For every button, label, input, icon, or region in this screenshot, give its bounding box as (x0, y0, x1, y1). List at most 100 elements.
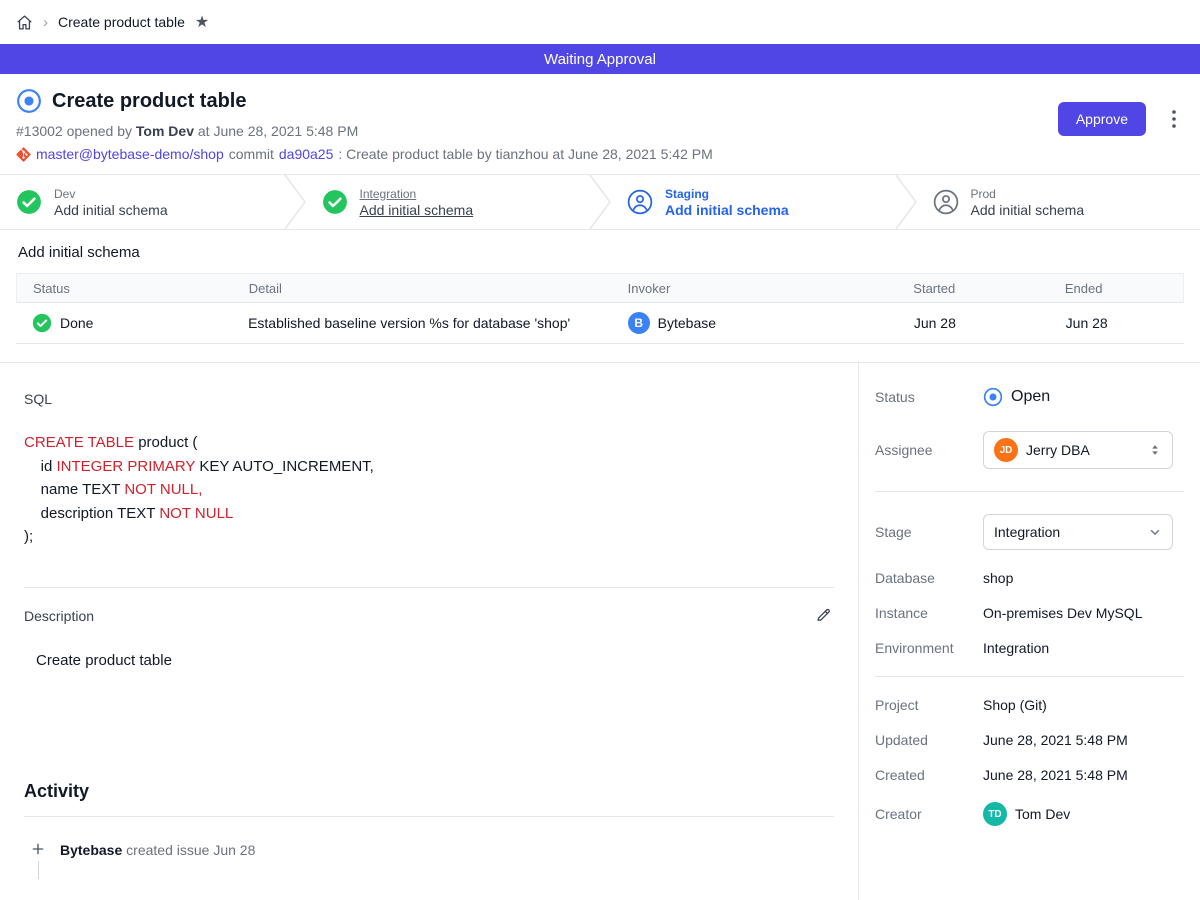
breadcrumb-title[interactable]: Create product table (58, 14, 185, 30)
divider (875, 676, 1184, 677)
content-area: SQL CREATE TABLE product ( id INTEGER PR… (0, 362, 1200, 900)
instance-row: Instance On-premises Dev MySQL (875, 605, 1184, 621)
task-table: Status Detail Invoker Started Ended Done… (16, 273, 1184, 344)
description-text: Create product table (24, 652, 834, 669)
database-label: Database (875, 570, 983, 586)
pipeline-stage-bar: Dev Add initial schema Integration Add i… (0, 174, 1200, 230)
task-started: Jun 28 (914, 315, 956, 331)
created-value: June 28, 2021 5:48 PM (983, 767, 1128, 783)
created-row: Created June 28, 2021 5:48 PM (875, 767, 1184, 783)
plus-icon (30, 841, 46, 857)
column-header-ended: Ended (1049, 281, 1183, 296)
instance-label: Instance (875, 605, 983, 621)
stage-value: Integration (994, 524, 1060, 540)
task-status: Done (60, 315, 93, 331)
stage-integration[interactable]: Integration Add initial schema (306, 175, 590, 229)
stage-separator-icon (284, 175, 306, 229)
stage-task-link[interactable]: Add initial schema (360, 202, 474, 218)
task-section: Add initial schema Status Detail Invoker… (0, 230, 1200, 362)
stage-task-label: Add initial schema (971, 202, 1085, 218)
updated-label: Updated (875, 732, 983, 748)
approval-banner-text: Waiting Approval (544, 51, 656, 68)
divider (875, 491, 1184, 492)
stage-task-label: Add initial schema (54, 202, 168, 218)
column-header-detail: Detail (233, 281, 612, 296)
project-row: Project Shop (Git) (875, 697, 1184, 713)
issue-header: Create product table #13002 opened by To… (0, 74, 1200, 174)
chevron-right-icon: › (43, 14, 48, 31)
environment-label: Environment (875, 640, 983, 656)
timeline-line (38, 861, 39, 879)
approve-button[interactable]: Approve (1058, 102, 1146, 136)
issue-opened-at: at June 28, 2021 5:48 PM (198, 123, 358, 139)
commit-message: : Create product table by tianzhou at Ju… (338, 146, 712, 162)
sql-code: CREATE TABLE product ( id INTEGER PRIMAR… (24, 431, 834, 549)
avatar: TD (983, 802, 1007, 826)
issue-author: Tom Dev (136, 123, 194, 139)
instance-value: On-premises Dev MySQL (983, 605, 1142, 621)
open-status-icon (983, 387, 1003, 407)
creator-row: Creator TD Tom Dev (875, 802, 1184, 826)
stage-staging[interactable]: Staging Add initial schema (611, 175, 895, 229)
home-icon[interactable] (16, 14, 33, 31)
environment-value: Integration (983, 640, 1049, 656)
table-row[interactable]: Done Established baseline version %s for… (16, 303, 1184, 343)
stage-env-label: Prod (971, 187, 1085, 201)
stage-separator-icon (895, 175, 917, 229)
creator-value: Tom Dev (1015, 806, 1070, 822)
assignee-label: Assignee (875, 442, 983, 458)
stage-dev[interactable]: Dev Add initial schema (0, 175, 284, 229)
task-detail: Established baseline version %s for data… (248, 315, 570, 331)
issue-id: #13002 (16, 123, 63, 139)
issue-meta: #13002 opened by Tom Dev at June 28, 202… (16, 123, 1184, 139)
stage-prod[interactable]: Prod Add initial schema (917, 175, 1200, 229)
column-header-invoker: Invoker (612, 281, 898, 296)
activity-action: created issue (126, 842, 209, 858)
edit-description-button[interactable] (813, 604, 834, 628)
updated-value: June 28, 2021 5:48 PM (983, 732, 1128, 748)
avatar: JD (994, 438, 1018, 462)
project-value: Shop (Git) (983, 697, 1047, 713)
status-value: Open (1011, 388, 1050, 406)
status-row: Status Open (875, 387, 1184, 407)
person-circle-icon (627, 189, 653, 215)
status-label: Status (875, 389, 983, 405)
activity-date: Jun 28 (213, 842, 255, 858)
creator-label: Creator (875, 806, 983, 822)
updated-row: Updated June 28, 2021 5:48 PM (875, 732, 1184, 748)
database-row: Database shop (875, 570, 1184, 586)
table-header-row: Status Detail Invoker Started Ended (16, 273, 1184, 303)
assignee-value: Jerry DBA (1026, 442, 1090, 458)
star-icon[interactable]: ★ (195, 12, 209, 32)
breadcrumb: › Create product table ★ (0, 0, 1200, 44)
main-panel: SQL CREATE TABLE product ( id INTEGER PR… (0, 363, 858, 900)
sidebar-panel: Status Open Assignee JD Jerry DBA Stage (858, 363, 1200, 900)
stage-env-label: Dev (54, 187, 168, 201)
column-header-status: Status (17, 281, 233, 296)
commit-branch-link[interactable]: master@bytebase-demo/shop (36, 146, 224, 162)
check-circle-icon (322, 189, 348, 215)
task-ended: Jun 28 (1066, 315, 1108, 331)
assignee-select[interactable]: JD Jerry DBA (983, 431, 1173, 469)
commit-hash-link[interactable]: da90a25 (279, 146, 334, 162)
divider (24, 816, 834, 817)
activity-item: Bytebase created issue Jun 28 (24, 841, 834, 879)
task-invoker: Bytebase (658, 315, 716, 331)
project-label: Project (875, 697, 983, 713)
selector-stepper-icon (1148, 443, 1162, 457)
check-circle-icon (16, 189, 42, 215)
chevron-down-icon (1148, 525, 1162, 539)
commit-row: master@bytebase-demo/shop commit da90a25… (16, 146, 1184, 162)
open-status-icon (16, 88, 42, 114)
person-circle-icon (933, 189, 959, 215)
approval-banner: Waiting Approval (0, 44, 1200, 74)
stage-select[interactable]: Integration (983, 514, 1173, 550)
description-label: Description (24, 608, 94, 624)
environment-row: Environment Integration (875, 640, 1184, 656)
stage-row: Stage Integration (875, 514, 1184, 550)
description-section: Description Create product table (24, 587, 834, 669)
stage-env-label: Staging (665, 187, 789, 201)
stage-env-label[interactable]: Integration (360, 187, 474, 201)
database-value: shop (983, 570, 1013, 586)
kebab-menu-icon[interactable] (1170, 108, 1178, 135)
